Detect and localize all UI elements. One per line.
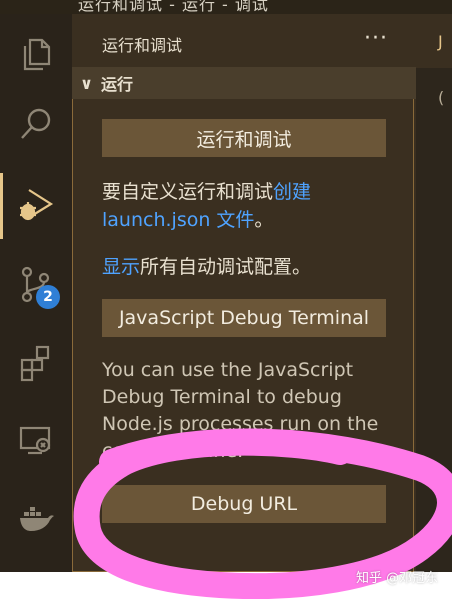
explorer-button[interactable] — [0, 24, 72, 84]
activity-bar: 2 — [0, 14, 72, 572]
extensions-icon — [20, 345, 50, 382]
source-control-badge: 2 — [36, 285, 60, 309]
sidebar-title: 运行和调试 — [102, 36, 183, 55]
source-control-button[interactable] — [0, 254, 72, 314]
chevron-down-icon: ∨ — [80, 73, 93, 93]
run-and-debug-button[interactable]: 运行和调试 — [102, 119, 386, 157]
customize-prefix: 要自定义运行和调试 — [102, 181, 274, 203]
explorer-icon — [23, 38, 51, 71]
remote-explorer-button[interactable] — [0, 410, 72, 470]
show-configs-text: 显示所有自动调试配置。 — [102, 253, 392, 281]
docker-button[interactable] — [0, 488, 72, 548]
show-configs-label: 所有自动调试配置。 — [140, 256, 312, 278]
more-actions-icon[interactable]: ··· — [364, 26, 388, 51]
javascript-debug-terminal-button[interactable]: JavaScript Debug Terminal — [102, 299, 386, 337]
extensions-button[interactable] — [0, 332, 72, 392]
customize-suffix: 。 — [254, 209, 274, 231]
debug-url-button[interactable]: Debug URL — [102, 485, 386, 523]
editor-tab-glyph: J — [438, 32, 443, 51]
run-section-label: 运行 — [101, 75, 134, 94]
remote-explorer-icon — [19, 426, 51, 455]
search-icon — [21, 108, 51, 139]
run-debug-sidebar: 运行和调试 ··· ∨ 运行 运行和调试 要自定义运行和调试创建 launch.… — [72, 14, 416, 572]
search-button[interactable] — [0, 94, 72, 154]
editor-tab-edge[interactable] — [416, 14, 452, 68]
run-debug-button[interactable] — [0, 174, 72, 234]
window-title: 运行和调试 - 运行 - 调试 — [78, 0, 269, 14]
run-debug-icon — [20, 189, 54, 221]
customize-text: 要自定义运行和调试创建 launch.json 文件。 — [102, 178, 392, 234]
watermark: 知乎 @邓冠东 — [356, 571, 439, 586]
docker-icon — [20, 507, 54, 531]
editor-content-glyph: ( — [438, 88, 445, 107]
editor-edge: J ( — [416, 14, 452, 572]
run-section-header[interactable]: ∨ 运行 — [72, 67, 416, 99]
title-bar: 运行和调试 - 运行 - 调试 — [0, 0, 452, 14]
show-link[interactable]: 显示 — [102, 256, 140, 278]
js-terminal-description: You can use the JavaScript Debug Termina… — [102, 359, 379, 462]
